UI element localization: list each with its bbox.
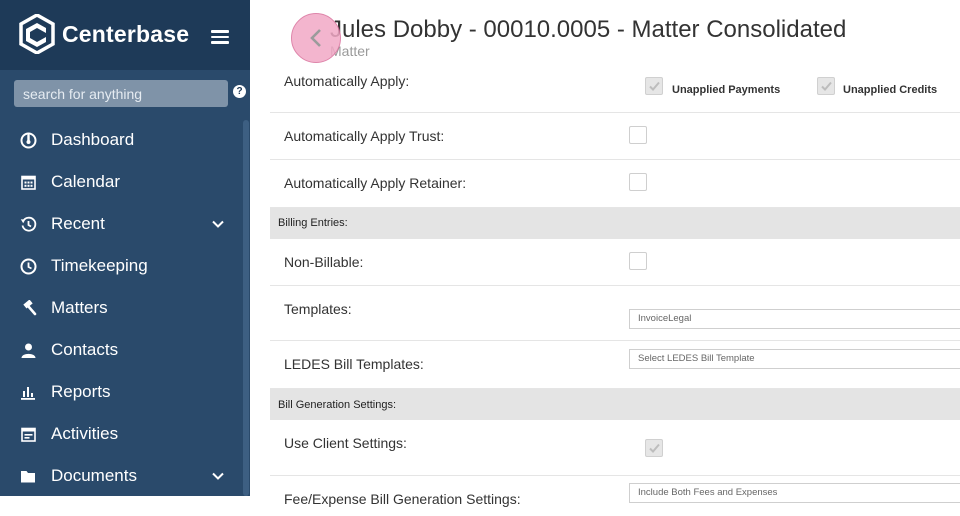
use-client-settings-checkbox[interactable] [645,439,663,457]
sidebar-item-recent[interactable]: Recent [0,203,242,245]
sidebar-item-label: Calendar [51,172,120,191]
sidebar-item-reports[interactable]: Reports [0,371,242,413]
sidebar-item-label: Activities [51,424,119,443]
help-icon[interactable]: ? [233,85,246,98]
bill-generation-section: Bill Generation Settings: [270,389,960,420]
unapplied-payments-checkbox[interactable] [645,77,663,95]
sidebar-item-matters[interactable]: Matters [0,287,242,329]
templates-row: Templates: InvoiceLegal [270,286,960,341]
sidebar-item-activities[interactable]: Activities [0,413,242,455]
field-label: Automatically Apply: [284,73,410,89]
sidebar: Centerbase ? Dashboard Calendar Recent [0,0,250,496]
auto-apply-retainer-checkbox[interactable] [629,173,647,191]
field-label: Automatically Apply Retainer: [284,175,467,191]
chevron-down-icon[interactable] [211,469,225,483]
sidebar-header: Centerbase [0,0,250,70]
field-label: Non-Billable: [284,254,364,270]
menu-toggle-icon[interactable] [211,30,229,44]
bar-chart-icon [19,383,37,401]
centerbase-logo-icon[interactable] [19,14,55,54]
sidebar-item-contacts[interactable]: Contacts [0,329,242,371]
clock-icon [19,257,37,275]
sidebar-item-dashboard[interactable]: Dashboard [0,119,242,161]
chevron-left-icon [310,29,321,47]
non-billable-row: Non-Billable: [270,239,960,286]
sidebar-item-documents[interactable]: Documents [0,455,242,497]
sidebar-item-label: Documents [51,466,137,485]
sidebar-nav: Dashboard Calendar Recent Timekeeping Ma… [0,119,242,497]
fee-expense-row: Fee/Expense Bill Generation Settings: In… [270,476,960,516]
section-title: Billing Entries: [278,217,348,229]
unapplied-credits-checkbox[interactable] [817,77,835,95]
gavel-icon [19,299,37,317]
sidebar-item-label: Timekeeping [51,256,148,275]
sidebar-item-label: Reports [51,382,111,401]
main-panel: Jules Dobby - 00010.0005 - Matter Consol… [250,0,960,507]
sidebar-item-label: Dashboard [51,130,135,149]
auto-apply-trust-checkbox[interactable] [629,126,647,144]
history-icon [19,215,37,233]
calendar-icon [19,173,37,191]
field-label: LEDES Bill Templates: [284,356,424,372]
non-billable-checkbox[interactable] [629,252,647,270]
brand-name: Centerbase [62,21,190,47]
ledes-templates-select[interactable]: Select LEDES Bill Template [629,349,960,369]
sidebar-item-label: Matters [51,298,108,317]
sidebar-item-label: Recent [51,214,105,233]
field-label: Fee/Expense Bill Generation Settings: [284,491,521,507]
activities-icon [19,425,37,443]
ledes-templates-row: LEDES Bill Templates: Select LEDES Bill … [270,341,960,389]
chevron-down-icon[interactable] [211,217,225,231]
auto-apply-row: Automatically Apply: Unapplied Payments … [270,60,960,113]
field-label: Use Client Settings: [284,435,407,451]
section-title: Bill Generation Settings: [278,399,397,411]
fee-expense-select[interactable]: Include Both Fees and Expenses [629,483,960,503]
auto-apply-trust-row: Automatically Apply Trust: [270,113,960,160]
back-button[interactable] [291,13,341,63]
templates-select[interactable]: InvoiceLegal [629,309,960,329]
sidebar-item-calendar[interactable]: Calendar [0,161,242,203]
search-input[interactable] [14,80,228,107]
field-label: Templates: [284,301,352,317]
folder-icon [19,467,37,485]
sidebar-item-timekeeping[interactable]: Timekeeping [0,245,242,287]
unapplied-credits-label: Unapplied Credits [843,84,938,96]
unapplied-payments-label: Unapplied Payments [672,84,781,96]
sidebar-item-label: Contacts [51,340,119,359]
page-title: Jules Dobby - 00010.0005 - Matter Consol… [330,16,847,43]
auto-apply-retainer-row: Automatically Apply Retainer: [270,160,960,208]
dashboard-icon [19,131,37,149]
billing-entries-section: Billing Entries: [270,208,960,239]
field-label: Automatically Apply Trust: [284,128,445,144]
use-client-settings-row: Use Client Settings: [270,420,960,476]
user-icon [19,341,37,359]
sidebar-scrollbar[interactable] [243,120,249,496]
